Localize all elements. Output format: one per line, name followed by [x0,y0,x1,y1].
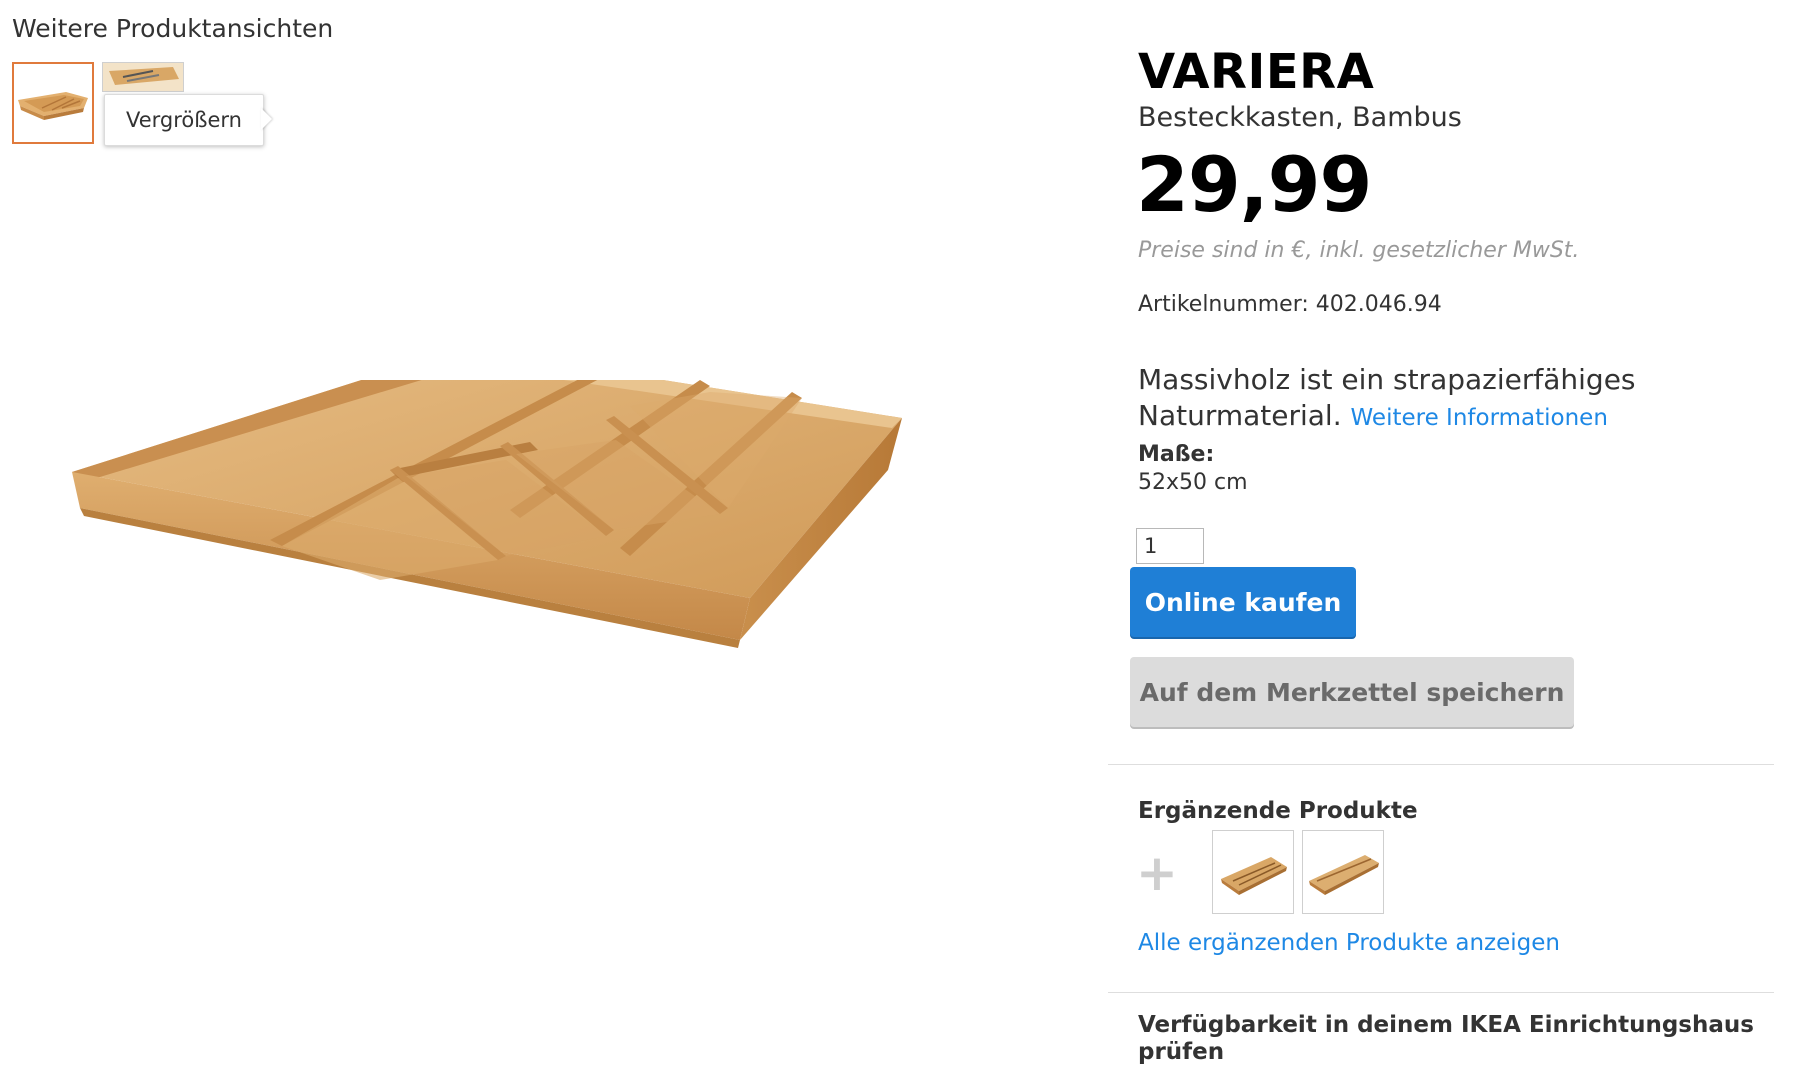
product-description-block: Massivholz ist ein strapazierfähiges Nat… [1138,362,1678,436]
divider [1108,764,1774,765]
related-product-2[interactable] [1302,830,1384,914]
product-subtitle: Besteckkasten, Bambus [1138,102,1462,133]
drawer-tray-with-cutlery-thumbnail-image [103,63,183,91]
thumbnail-2[interactable] [102,62,184,92]
related-products-title: Ergänzende Produkte [1138,798,1418,824]
buy-online-button[interactable]: Online kaufen [1130,567,1356,637]
availability-title: Verfügbarkeit in deinem IKEA Einrichtung… [1138,1012,1754,1065]
show-all-related-link[interactable]: Alle ergänzenden Produkte anzeigen [1138,930,1560,956]
dimensions-label: Maße: [1138,442,1215,467]
product-price: 29,99 [1136,140,1372,229]
related-product-1-image [1221,857,1287,895]
article-number-label: Artikelnummer: [1138,292,1309,317]
article-number-value: 402.046.94 [1315,292,1442,317]
divider [1108,992,1774,993]
related-product-1[interactable] [1212,830,1294,914]
article-number-row: Artikelnummer: 402.046.94 [1138,292,1442,317]
product-name: VARIERA [1138,44,1375,100]
plus-icon: + [1136,844,1178,902]
cutlery-tray-image [72,348,902,648]
dimensions-value: 52x50 cm [1138,470,1248,495]
enlarge-tooltip: Vergrößern [104,94,264,146]
quantity-input[interactable] [1136,528,1204,564]
related-product-2-image [1309,855,1379,895]
tooltip-arrow [261,108,272,130]
thumbnail-1[interactable] [12,62,94,144]
drawer-tray-thumbnail-image [18,92,88,120]
product-views-title: Weitere Produktansichten [12,14,334,43]
product-main-image[interactable] [60,348,960,740]
more-info-link[interactable]: Weitere Informationen [1351,405,1608,431]
save-to-wishlist-button[interactable]: Auf dem Merkzettel speichern [1130,657,1574,727]
price-note: Preise sind in €, inkl. gesetzlicher MwS… [1138,238,1580,263]
